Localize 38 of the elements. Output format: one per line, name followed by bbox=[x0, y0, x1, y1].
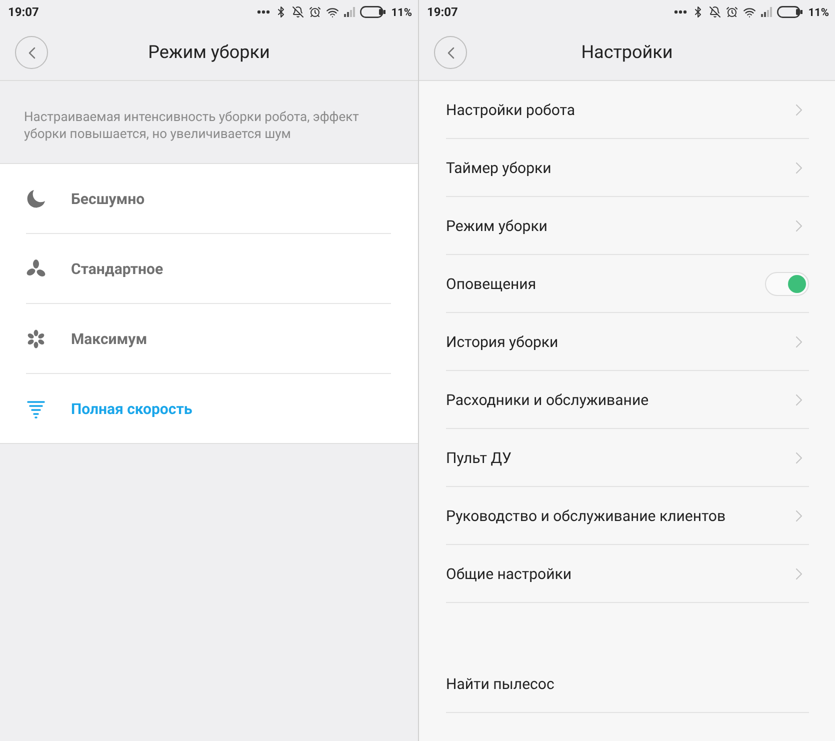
wifi-icon bbox=[743, 6, 756, 18]
battery-level: 11% bbox=[391, 6, 412, 18]
screen-title: Настройки bbox=[581, 42, 673, 62]
alarm-icon bbox=[726, 6, 738, 18]
fan-icon bbox=[26, 258, 46, 278]
moon-icon bbox=[26, 188, 46, 208]
battery-level: 11% bbox=[808, 6, 829, 18]
alarm-icon bbox=[309, 6, 322, 18]
settings-item[interactable]: Найти пылесос bbox=[446, 674, 554, 692]
fan-icon bbox=[26, 328, 46, 348]
battery-icon bbox=[360, 6, 386, 18]
settings-item[interactable]: Общие настройки bbox=[446, 564, 572, 582]
settings-item[interactable]: Руководство и обслуживание клиентов bbox=[446, 506, 726, 524]
back-button[interactable] bbox=[434, 36, 467, 69]
bell-off-icon bbox=[292, 6, 304, 18]
settings-item[interactable]: Настройки робота bbox=[446, 100, 575, 118]
settings-item[interactable]: Расходники и обслуживание bbox=[446, 390, 649, 408]
notifications-switch[interactable] bbox=[765, 272, 809, 296]
signal-icon bbox=[344, 7, 356, 17]
wifi-icon bbox=[326, 6, 340, 18]
screen-title: Режим уборки bbox=[148, 42, 270, 62]
settings-item[interactable]: Пульт ДУ bbox=[446, 448, 512, 466]
settings-item[interactable]: История уборки bbox=[446, 332, 558, 350]
settings-item[interactable]: Таймер уборки bbox=[446, 158, 552, 176]
settings-item[interactable]: Режим уборки bbox=[446, 216, 548, 234]
more-icon bbox=[257, 10, 270, 14]
battery-icon bbox=[777, 6, 804, 18]
more-icon bbox=[674, 10, 688, 14]
back-button[interactable] bbox=[15, 36, 48, 69]
settings-item[interactable]: Оповещения bbox=[446, 274, 536, 292]
mode-option[interactable]: Максимум bbox=[26, 303, 391, 373]
bell-off-icon bbox=[709, 6, 722, 18]
mode-option[interactable]: Бесшумно bbox=[26, 164, 391, 233]
status-time: 19:07 bbox=[8, 5, 39, 19]
tornado-icon bbox=[26, 398, 46, 418]
status-time: 19:07 bbox=[427, 5, 458, 19]
mode-option[interactable]: Стандартное bbox=[26, 233, 391, 303]
signal-icon bbox=[761, 7, 772, 17]
